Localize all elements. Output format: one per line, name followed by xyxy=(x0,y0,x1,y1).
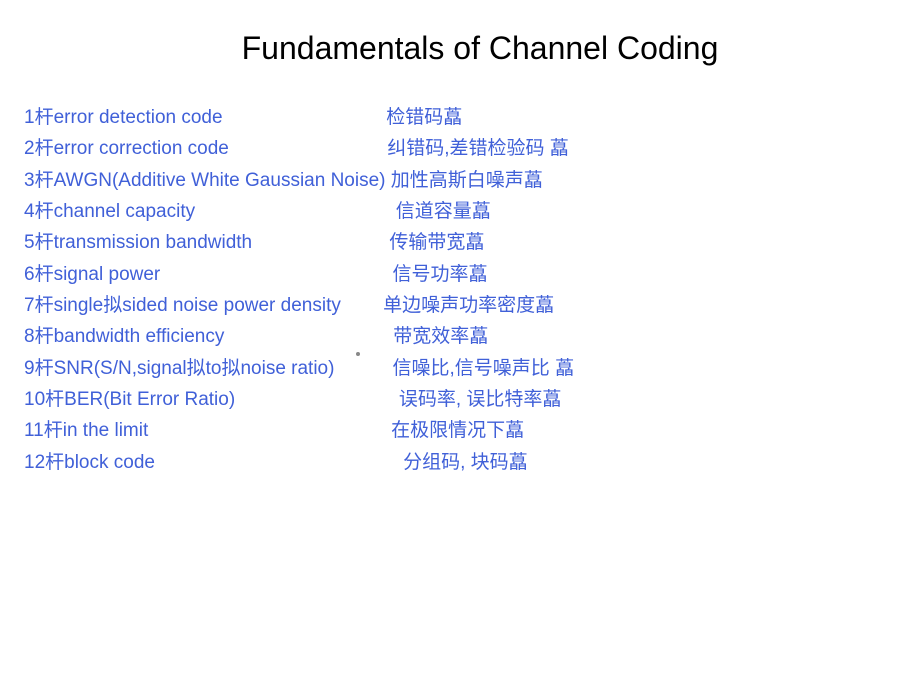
term-chinese: 在极限情况下藠 xyxy=(391,415,524,446)
term-row: 5杆 transmission bandwidth 传输带宽藠 xyxy=(24,227,900,258)
spacer xyxy=(148,415,391,446)
term-english: SNR(S/N,signal拟to拟noise ratio) xyxy=(54,353,335,384)
spacer xyxy=(155,447,403,478)
row-number: 2杆 xyxy=(24,133,54,164)
term-row: 8杆 bandwidth efficiency 带宽效率藠 xyxy=(24,321,900,352)
term-row: 1杆 error detection code 检错码藠 xyxy=(24,102,900,133)
spacer xyxy=(160,259,392,290)
term-english: BER(Bit Error Ratio) xyxy=(64,384,235,415)
term-row: 11杆 in the limit 在极限情况下藠 xyxy=(24,415,900,446)
row-number: 11杆 xyxy=(24,415,63,446)
row-number: 1杆 xyxy=(24,102,54,133)
term-chinese: 信道容量藠 xyxy=(396,196,491,227)
term-row: 12杆 block code 分组码, 块码藠 xyxy=(24,447,900,478)
row-number: 10杆 xyxy=(24,384,64,415)
term-english: in the limit xyxy=(63,415,149,446)
term-english: transmission bandwidth xyxy=(54,227,253,258)
term-row: 6杆 signal power 信号功率藠 xyxy=(24,259,900,290)
term-row: 4杆 channel capacity 信道容量藠 xyxy=(24,196,900,227)
term-chinese: 检错码藠 xyxy=(386,102,462,133)
row-number: 9杆 xyxy=(24,353,54,384)
term-english: AWGN(Additive White Gaussian Noise) xyxy=(54,165,386,196)
row-number: 12杆 xyxy=(24,447,64,478)
spacer xyxy=(229,133,387,164)
term-english: error correction code xyxy=(54,133,229,164)
term-row: 2杆 error correction code 纠错码,差错检验码 藠 xyxy=(24,133,900,164)
term-english: block code xyxy=(64,447,155,478)
row-number: 6杆 xyxy=(24,259,54,290)
term-chinese: 纠错码,差错检验码 藠 xyxy=(387,133,569,164)
term-row: 10杆 BER(Bit Error Ratio) 误码率, 误比特率藠 xyxy=(24,384,900,415)
term-english: signal power xyxy=(54,259,161,290)
term-chinese: 信号功率藠 xyxy=(393,259,488,290)
term-row: 3杆 AWGN(Additive White Gaussian Noise) 加… xyxy=(24,165,900,196)
term-row: 7杆 single拟sided noise power density 单边噪声… xyxy=(24,290,900,321)
spacer xyxy=(195,196,396,227)
spacer xyxy=(341,290,383,321)
row-number: 5杆 xyxy=(24,227,54,258)
row-number: 7杆 xyxy=(24,290,54,321)
spacer xyxy=(223,102,387,133)
spacer xyxy=(252,227,389,258)
page-title: Fundamentals of Channel Coding xyxy=(20,30,900,67)
spacer xyxy=(334,353,392,384)
terms-list: 1杆 error detection code 检错码藠 2杆 error co… xyxy=(20,102,900,478)
row-number: 8杆 xyxy=(24,321,54,352)
term-english: single拟sided noise power density xyxy=(54,290,341,321)
row-number: 3杆 xyxy=(24,165,54,196)
spacer xyxy=(235,384,399,415)
bullet-dot-icon xyxy=(356,352,360,356)
term-english: channel capacity xyxy=(54,196,196,227)
term-chinese: 误码率, 误比特率藠 xyxy=(399,384,562,415)
term-chinese: 单边噪声功率密度藠 xyxy=(383,290,554,321)
term-chinese: 分组码, 块码藠 xyxy=(403,447,528,478)
term-chinese: 带宽效率藠 xyxy=(393,321,488,352)
term-chinese: 加性高斯白噪声藠 xyxy=(391,165,543,196)
term-chinese: 信噪比,信号噪声比 藠 xyxy=(393,353,575,384)
term-chinese: 传输带宽藠 xyxy=(389,227,484,258)
term-english: bandwidth efficiency xyxy=(54,321,225,352)
row-number: 4杆 xyxy=(24,196,54,227)
term-english: error detection code xyxy=(54,102,223,133)
spacer xyxy=(224,321,393,352)
term-row: 9杆 SNR(S/N,signal拟to拟noise ratio) 信噪比,信号… xyxy=(24,353,900,384)
